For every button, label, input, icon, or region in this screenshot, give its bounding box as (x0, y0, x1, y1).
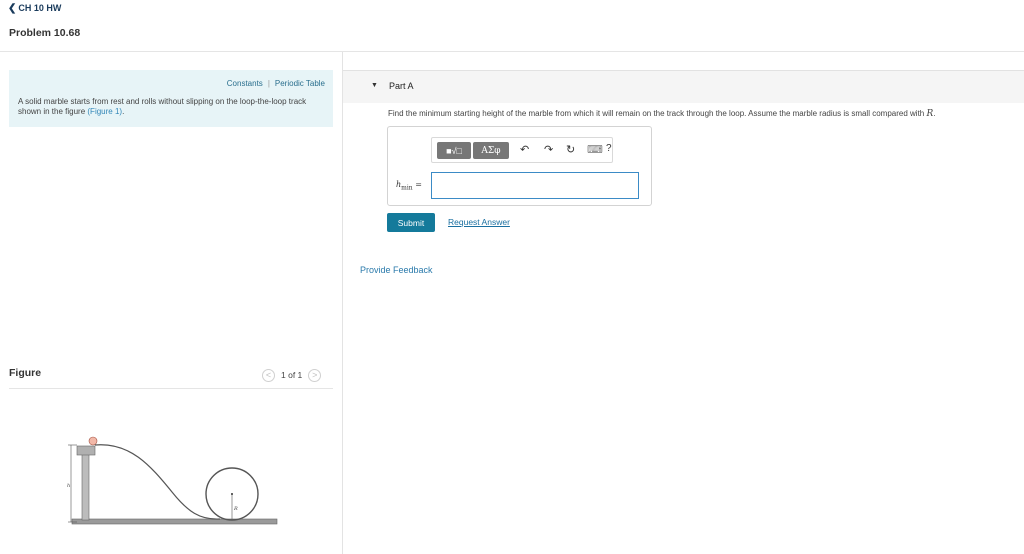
reset-icon[interactable]: ↻ (566, 143, 575, 156)
math-toolbar: ■√□ ΑΣφ ↶ ↷ ↻ ⌨ ? (431, 137, 613, 163)
part-a-header[interactable]: ▼ Part A (343, 70, 1024, 103)
submit-button[interactable]: Submit (387, 213, 435, 232)
answer-input[interactable] (431, 172, 639, 199)
symbols-button[interactable]: ΑΣφ (473, 142, 509, 159)
answer-variable-subscript: min (401, 184, 413, 192)
figure-1-link[interactable]: (Figure 1) (87, 107, 122, 116)
loop-center-dot (231, 493, 233, 495)
back-to-assignment-link[interactable]: ❮ CH 10 HW (8, 3, 61, 14)
problem-title: Problem 10.68 (9, 27, 81, 39)
redo-icon[interactable]: ↷ (544, 143, 553, 156)
help-icon[interactable]: ? (606, 143, 612, 154)
resource-links: Constants | Periodic Table (227, 79, 325, 88)
support-tower (81, 453, 90, 521)
figure-heading: Figure (9, 367, 42, 379)
marble (88, 436, 98, 446)
radius-label: R (233, 506, 238, 512)
problem-statement-text: A solid marble starts from rest and roll… (18, 97, 307, 116)
undo-icon[interactable]: ↶ (520, 143, 529, 156)
next-figure-button[interactable]: > (308, 368, 322, 382)
panel-divider (342, 52, 343, 554)
keyboard-icon[interactable]: ⌨ (587, 143, 603, 156)
track-curve (94, 444, 221, 520)
collapse-triangle-icon: ▼ (371, 82, 378, 89)
header-divider (0, 51, 1024, 52)
question-end: . (933, 109, 936, 118)
part-title: Part A (389, 81, 414, 91)
periodic-table-link[interactable]: Periodic Table (275, 79, 325, 88)
equals-sign: = (415, 180, 422, 189)
chevron-right-icon: > (312, 370, 318, 380)
problem-statement-end: . (122, 107, 125, 116)
chevron-left-icon: < (265, 370, 272, 380)
figure-page-count: 1 of 1 (281, 370, 303, 380)
link-separator: | (267, 79, 270, 88)
prev-figure-button[interactable]: < (262, 368, 275, 382)
chevron-left-icon: ❮ (8, 3, 17, 14)
figure-pager: < 1 of 1 > (262, 368, 322, 382)
figure-divider (9, 388, 333, 389)
back-link-label: CH 10 HW (18, 3, 62, 13)
templates-icon: ■√□ (446, 145, 462, 156)
tower-platform (76, 445, 96, 456)
problem-info-box: Constants | Periodic Table A solid marble … (9, 70, 333, 127)
templates-button[interactable]: ■√□ (437, 142, 471, 159)
request-answer-link[interactable]: Request Answer (448, 217, 510, 227)
problem-statement: A solid marble starts from rest and roll… (18, 97, 323, 117)
question-text: Find the minimum starting height of the … (388, 109, 925, 118)
provide-feedback-link[interactable]: Provide Feedback (360, 265, 433, 275)
ground-track (71, 518, 278, 525)
part-a-question: Find the minimum starting height of the … (388, 109, 935, 119)
constants-link[interactable]: Constants (227, 79, 263, 88)
height-label: h (67, 483, 70, 489)
symbols-label: ΑΣφ (481, 145, 501, 156)
answer-variable-label: hmin = (396, 180, 422, 192)
loop-the-loop-diagram: h R (67, 436, 278, 525)
answer-box: ■√□ ΑΣφ ↶ ↷ ↻ ⌨ ? hmin = (387, 126, 652, 206)
